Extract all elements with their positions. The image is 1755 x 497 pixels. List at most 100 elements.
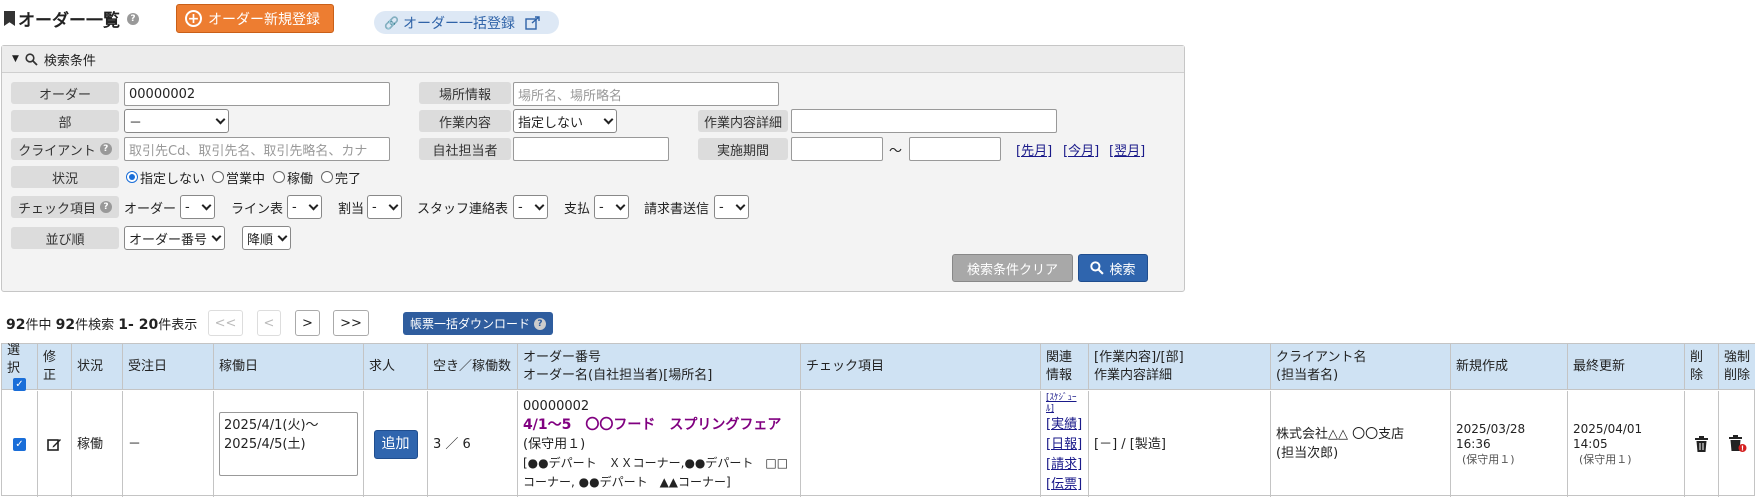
search-button-label: 検索 bbox=[1109, 262, 1136, 278]
select-value: オーダー番号 bbox=[129, 232, 208, 248]
header-created: 新規作成 bbox=[1451, 344, 1568, 390]
page-title: オーダー一覧 ? bbox=[4, 6, 139, 31]
place-input[interactable]: 場所名、場所略名 bbox=[513, 82, 779, 106]
check-items-label: チェック項目 ? bbox=[11, 196, 119, 218]
order-input[interactable]: 00000002 bbox=[124, 82, 390, 106]
edit-icon[interactable] bbox=[47, 437, 62, 452]
slip-link[interactable]: [伝票] bbox=[1046, 475, 1082, 495]
client-person: (担当次郎) bbox=[1276, 446, 1339, 461]
results-link[interactable]: [実績] bbox=[1046, 415, 1082, 435]
check-order-select[interactable]: - bbox=[180, 195, 215, 219]
help-icon[interactable]: ? bbox=[127, 12, 139, 25]
select-value: - bbox=[372, 199, 377, 215]
check-staff-contact-select[interactable]: - bbox=[513, 195, 548, 219]
search-panel-header[interactable]: ▼ 検索条件 bbox=[2, 46, 1184, 73]
radio-selected-icon bbox=[126, 171, 138, 183]
row-order-cell: 00000002 4/1～5 〇〇フード スプリングフェア (保守用１) [●●… bbox=[518, 391, 801, 497]
header-force-line1: 強制 bbox=[1724, 349, 1751, 365]
check-line-label: ライン表 bbox=[231, 201, 284, 217]
check-payment-select[interactable]: - bbox=[594, 195, 629, 219]
row-status: 稼働 bbox=[72, 391, 123, 497]
header-order: オーダー番号 オーダー名(自社担当者)[場所名] bbox=[518, 344, 801, 390]
row-check-items bbox=[801, 391, 1041, 497]
bulk-download-button[interactable]: 帳票一括ダウンロード ? bbox=[403, 312, 553, 335]
force-delete-icon[interactable]: ! bbox=[1728, 435, 1747, 453]
client-name: 株式会社△△ 〇〇支店 bbox=[1276, 427, 1405, 442]
magnifier-icon bbox=[1090, 261, 1105, 275]
status-radio-all[interactable]: 指定しない bbox=[126, 165, 205, 189]
this-month-link[interactable]: [今月] bbox=[1063, 140, 1099, 159]
select-all-checkbox[interactable]: ✓ bbox=[13, 378, 26, 391]
row-delete-cell bbox=[1685, 391, 1719, 497]
next-page-button[interactable]: > bbox=[295, 310, 320, 336]
prev-page-button[interactable]: < bbox=[257, 310, 281, 336]
help-icon[interactable]: ? bbox=[100, 201, 112, 213]
row-updated-cell: 2025/04/01 14:05 (保守用１) bbox=[1568, 391, 1685, 497]
period-start-input[interactable] bbox=[791, 137, 883, 161]
header-updated: 最終更新 bbox=[1568, 344, 1685, 390]
dept-select[interactable]: － bbox=[124, 109, 229, 133]
row-select-cell: ✓ bbox=[2, 391, 38, 497]
updated-at: 2025/04/01 14:05 bbox=[1573, 421, 1643, 451]
external-link-icon bbox=[525, 15, 540, 30]
sort-field-select[interactable]: オーダー番号 bbox=[124, 226, 225, 250]
staff-input[interactable] bbox=[513, 137, 669, 161]
clear-conditions-button[interactable]: 検索条件クリア bbox=[952, 254, 1073, 282]
period-end-input[interactable] bbox=[909, 137, 1001, 161]
header-client-line2: (担当者名) bbox=[1276, 367, 1339, 383]
prev-month-link[interactable]: [先月] bbox=[1016, 140, 1052, 159]
status-radio-done[interactable]: 完了 bbox=[321, 165, 361, 189]
display-range: 1- 20 bbox=[118, 317, 159, 333]
workdays-textarea[interactable]: 2025/4/1(火)～ 2025/4/5(土) bbox=[219, 412, 358, 476]
check-invoice-select[interactable]: - bbox=[714, 195, 749, 219]
daily-report-link[interactable]: [日報] bbox=[1046, 435, 1082, 455]
sort-dir-select[interactable]: 降順 bbox=[242, 226, 291, 250]
search-button[interactable]: 検索 bbox=[1078, 254, 1148, 282]
chevron-down-icon bbox=[388, 200, 399, 210]
period-tilde: ～ bbox=[889, 143, 903, 159]
bulk-register-button[interactable]: 🔗 オーダー一括登録 bbox=[374, 11, 559, 34]
status-label: 状況 bbox=[11, 166, 119, 188]
chevron-down-icon bbox=[735, 200, 746, 210]
check-line-select[interactable]: - bbox=[287, 195, 322, 219]
link-icon: 🔗 bbox=[384, 15, 399, 30]
bulk-register-label: オーダー一括登録 bbox=[402, 15, 515, 32]
chevron-down-icon bbox=[201, 200, 212, 210]
work-detail-input[interactable] bbox=[791, 109, 1057, 133]
bulk-download-label: 帳票一括ダウンロード bbox=[409, 317, 530, 331]
header-recruit: 求人 bbox=[364, 344, 428, 390]
client-input[interactable]: 取引先Cd、取引先名、取引先略名、カナ bbox=[124, 137, 390, 161]
radio-icon bbox=[273, 171, 285, 183]
add-recruit-button[interactable]: 追加 bbox=[373, 429, 418, 459]
header-order-line2: オーダー名(自社担当者)[場所名] bbox=[523, 367, 713, 383]
new-order-button[interactable]: + オーダー新規登録 bbox=[176, 4, 334, 33]
schedule-link[interactable]: [ｽｹｼﾞｭｰﾙ] bbox=[1046, 393, 1083, 415]
trash-icon[interactable] bbox=[1694, 435, 1709, 453]
order-label: オーダー bbox=[11, 82, 119, 104]
help-icon[interactable]: ? bbox=[99, 143, 112, 155]
created-at: 2025/03/28 16:36 bbox=[1456, 421, 1526, 451]
chevron-down-icon bbox=[534, 200, 545, 210]
created-by: (保守用１) bbox=[1462, 452, 1515, 466]
header-received: 受注日 bbox=[123, 344, 214, 390]
client-placeholder: 取引先Cd、取引先名、取引先略名、カナ bbox=[129, 143, 368, 159]
radio-icon bbox=[212, 171, 224, 183]
work-detail-label: 作業内容詳細 bbox=[698, 110, 788, 132]
first-page-button[interactable]: << bbox=[208, 310, 243, 336]
header-check: チェック項目 bbox=[801, 344, 1041, 390]
chevron-down-icon bbox=[277, 231, 288, 241]
billing-link[interactable]: [請求] bbox=[1046, 455, 1082, 475]
check-assign-select[interactable]: - bbox=[367, 195, 402, 219]
order-name-link[interactable]: 4/1～5 〇〇フード スプリングフェア bbox=[523, 416, 781, 435]
status-radio-working[interactable]: 稼働 bbox=[273, 165, 313, 189]
work-select[interactable]: 指定しない bbox=[513, 109, 617, 133]
header-delete: 削除 bbox=[1685, 344, 1719, 390]
client-label: クライアント ? bbox=[11, 138, 119, 160]
row-checkbox[interactable]: ✓ bbox=[13, 437, 26, 451]
next-month-link[interactable]: [翌月] bbox=[1109, 140, 1145, 159]
last-page-button[interactable]: >> bbox=[333, 310, 369, 336]
header-work: [作業内容]/[部] 作業内容詳細 bbox=[1089, 344, 1271, 390]
staff-label: 自社担当者 bbox=[419, 138, 511, 160]
status-radio-sales[interactable]: 営業中 bbox=[212, 165, 265, 189]
select-value: 降順 bbox=[247, 232, 274, 248]
